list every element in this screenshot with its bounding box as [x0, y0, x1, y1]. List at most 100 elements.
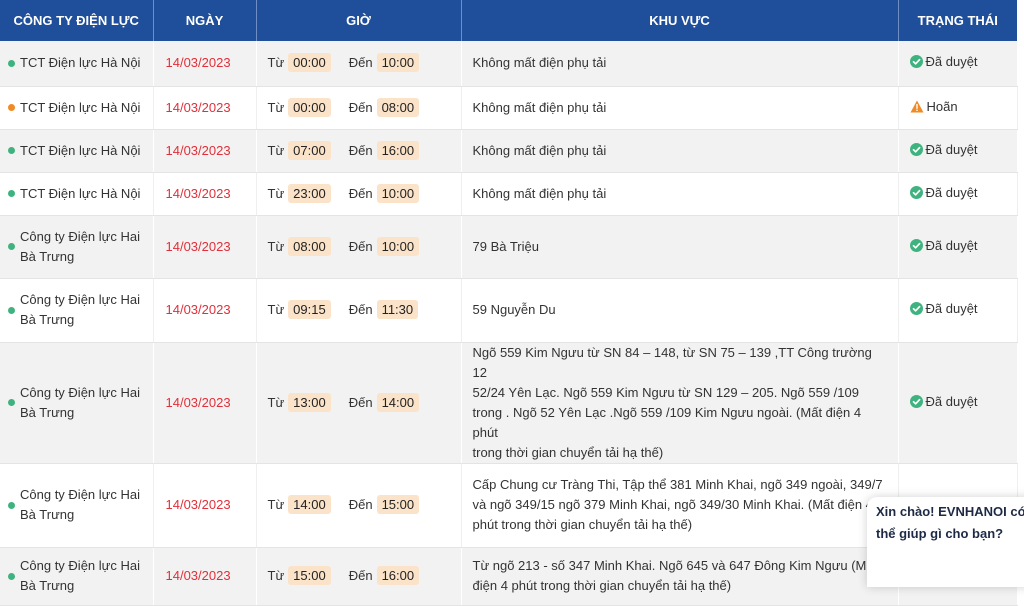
chat-greeting-line-1: Xin chào! EVNHANOI có — [876, 504, 1024, 519]
from-label: Từ — [267, 568, 285, 583]
date-cell: 14/03/2023 — [153, 463, 257, 548]
from-time: 14:00 — [288, 495, 331, 514]
area-line: Không mất điện phụ tải — [472, 185, 607, 201]
from-label: Từ — [267, 99, 285, 115]
company-cell: Công ty Điện lực Hai Bà Trưng — [0, 463, 154, 548]
company-name-line: Công ty Điện lực Hai — [20, 292, 140, 307]
date-cell: 14/03/2023 — [153, 172, 257, 216]
company-name-line: Công ty Điện lực Hai — [20, 487, 140, 502]
table-row: Công ty Điện lực Hai Bà Trưng 14/03/2023 Từ… — [0, 342, 1018, 464]
company-name-line: TCT Điện lực Hà Nội — [20, 142, 141, 158]
company-name: TCT Điện lực Hà Nội — [20, 53, 140, 73]
status-dot-green — [8, 59, 15, 67]
company-name: TCT Điện lực Hà Nội — [20, 184, 140, 204]
from-time: 07:00 — [288, 140, 331, 160]
company-name-line: TCT Điện lực Hà Nội — [20, 185, 141, 201]
status-label: Đã duyệt — [925, 237, 978, 253]
from-label: Từ — [267, 238, 285, 254]
to-label: Đến — [348, 302, 373, 317]
date-cell: 14/03/2023 — [153, 86, 257, 130]
company-name: Công ty Điện lực Hai Bà Trưng — [20, 290, 140, 330]
company-cell: Công ty Điện lực Hai Bà Trưng — [0, 342, 154, 464]
table-row: TCT Điện lực Hà Nội 14/03/2023 Từ 07:00 Đến 1… — [0, 129, 1018, 173]
date-cell: 14/03/2023 — [153, 547, 257, 606]
date-cell: 14/03/2023 — [153, 129, 257, 173]
table-header-row: CÔNG TY ĐIỆN LỰC NGÀY GIỜ KHU VỰC TRẠNG … — [0, 0, 1017, 41]
from-label: Từ — [267, 185, 285, 201]
area-cell: Không mất điện phụ tải — [461, 172, 899, 216]
company-cell: TCT Điện lực Hà Nội — [0, 129, 154, 173]
from-label: Từ — [267, 142, 285, 158]
to-label: Đến — [348, 568, 373, 583]
area-cell: Cấp Chung cư Tràng Thi, Tập thể 381 Minh… — [461, 463, 899, 548]
check-circle-icon — [909, 238, 923, 258]
to-time: 10:00 — [376, 53, 420, 73]
time-cell: Từ 00:00 Đến 08:00 — [256, 86, 462, 130]
status-dot-green — [8, 147, 15, 154]
from-time: 00:00 — [288, 97, 331, 117]
table-row: TCT Điện lực Hà Nội 14/03/2023 Từ 00:00 Đến 0… — [0, 86, 1018, 130]
time-cell: Từ 07:00 Đến 16:00 — [256, 129, 462, 173]
to-time: 11:30 — [376, 300, 419, 319]
company-name-line: Công ty Điện lực Hai — [20, 384, 140, 400]
time-cell: Từ 13:00 Đến 14:00 — [256, 342, 462, 464]
chat-greeting-line-2: thể giúp gì cho bạn? — [876, 526, 1004, 541]
status-cell: Đã duyệt — [898, 215, 1018, 279]
area-line: trong thời gian chuyển tải hạ thế) — [472, 444, 664, 460]
to-time: 14:00 — [376, 392, 420, 412]
company-name-line: Bà Trưng — [20, 312, 75, 327]
from-label: Từ — [267, 394, 285, 410]
warning-icon — [910, 99, 924, 119]
status-cell: Đã duyệt — [898, 41, 1018, 87]
company-wrap: TCT Điện lực Hà Nội — [8, 53, 141, 73]
company-name-line: TCT Điện lực Hà Nội — [20, 99, 141, 115]
status-label: Hoãn — [926, 98, 958, 114]
status-dot-green — [8, 501, 15, 509]
company-name: TCT Điện lực Hà Nội — [20, 98, 140, 118]
status-dot-green — [8, 572, 15, 580]
company-wrap: Công ty Điện lực Hai Bà Trưng — [8, 383, 141, 423]
area-line: Ngõ 559 Kim Ngưu từ SN 84 – 148, từ SN 7… — [472, 344, 872, 380]
check-circle-icon — [909, 301, 923, 321]
company-cell: Công ty Điện lực Hai Bà Trưng — [0, 547, 154, 606]
company-wrap: Công ty Điện lực Hai Bà Trưng — [8, 485, 141, 525]
to-label: Đến — [348, 185, 373, 201]
table-row: Công ty Điện lực Hai Bà Trưng 14/03/2023 Từ… — [0, 278, 1018, 343]
area-line: Từ ngõ 213 - số 347 Minh Khai. Ngõ 645 v… — [472, 558, 878, 573]
area-line: Không mất điện phụ tải — [472, 99, 607, 115]
company-wrap: TCT Điện lực Hà Nội — [8, 141, 141, 161]
area-cell: Không mất điện phụ tải — [461, 86, 899, 130]
status-dot-orange — [8, 104, 15, 111]
area-cell: Không mất điện phụ tải — [461, 41, 899, 87]
area-line: 79 Bà Triệu — [472, 238, 540, 254]
status-dot-green — [8, 399, 15, 406]
area-cell: 59 Nguyễn Du — [461, 278, 899, 343]
check-circle-icon — [909, 54, 923, 74]
table-row: Công ty Điện lực Hai Bà Trưng 14/03/2023 Từ… — [0, 215, 1018, 279]
company-name-line: Bà Trưng — [20, 404, 75, 420]
to-time: 10:00 — [376, 183, 420, 203]
chat-widget[interactable]: Xin chào! EVNHANOI có thể giúp gì cho bạ… — [867, 497, 1024, 587]
to-label: Đến — [348, 394, 373, 410]
to-label: Đến — [348, 142, 373, 158]
header-status: TRẠNG THÁI — [898, 0, 1017, 41]
table-row: Công ty Điện lực Hai Bà Trưng 14/03/2023 Từ… — [0, 547, 1018, 606]
check-circle-icon — [909, 394, 923, 414]
company-wrap: Công ty Điện lực Hai Bà Trưng — [8, 556, 141, 596]
from-time: 23:00 — [288, 183, 331, 203]
status-dot-green — [8, 190, 15, 197]
date-cell: 14/03/2023 — [153, 41, 257, 87]
date-cell: 14/03/2023 — [153, 215, 257, 279]
from-label: Từ — [267, 302, 285, 317]
area-line: Không mất điện phụ tải — [472, 142, 607, 158]
status-label: Đã duyệt — [925, 301, 978, 316]
company-wrap: TCT Điện lực Hà Nội — [8, 98, 141, 118]
table-row: TCT Điện lực Hà Nội 14/03/2023 Từ 23:00 Đến 1… — [0, 172, 1018, 216]
status-label: Đã duyệt — [925, 141, 978, 157]
company-name-line: Bà Trưng — [20, 507, 75, 522]
header-time: GIỜ — [256, 0, 462, 41]
company-wrap: Công ty Điện lực Hai Bà Trưng — [8, 290, 141, 330]
check-circle-icon — [909, 185, 923, 205]
to-time: 08:00 — [376, 97, 420, 117]
check-circle-icon — [909, 142, 923, 162]
